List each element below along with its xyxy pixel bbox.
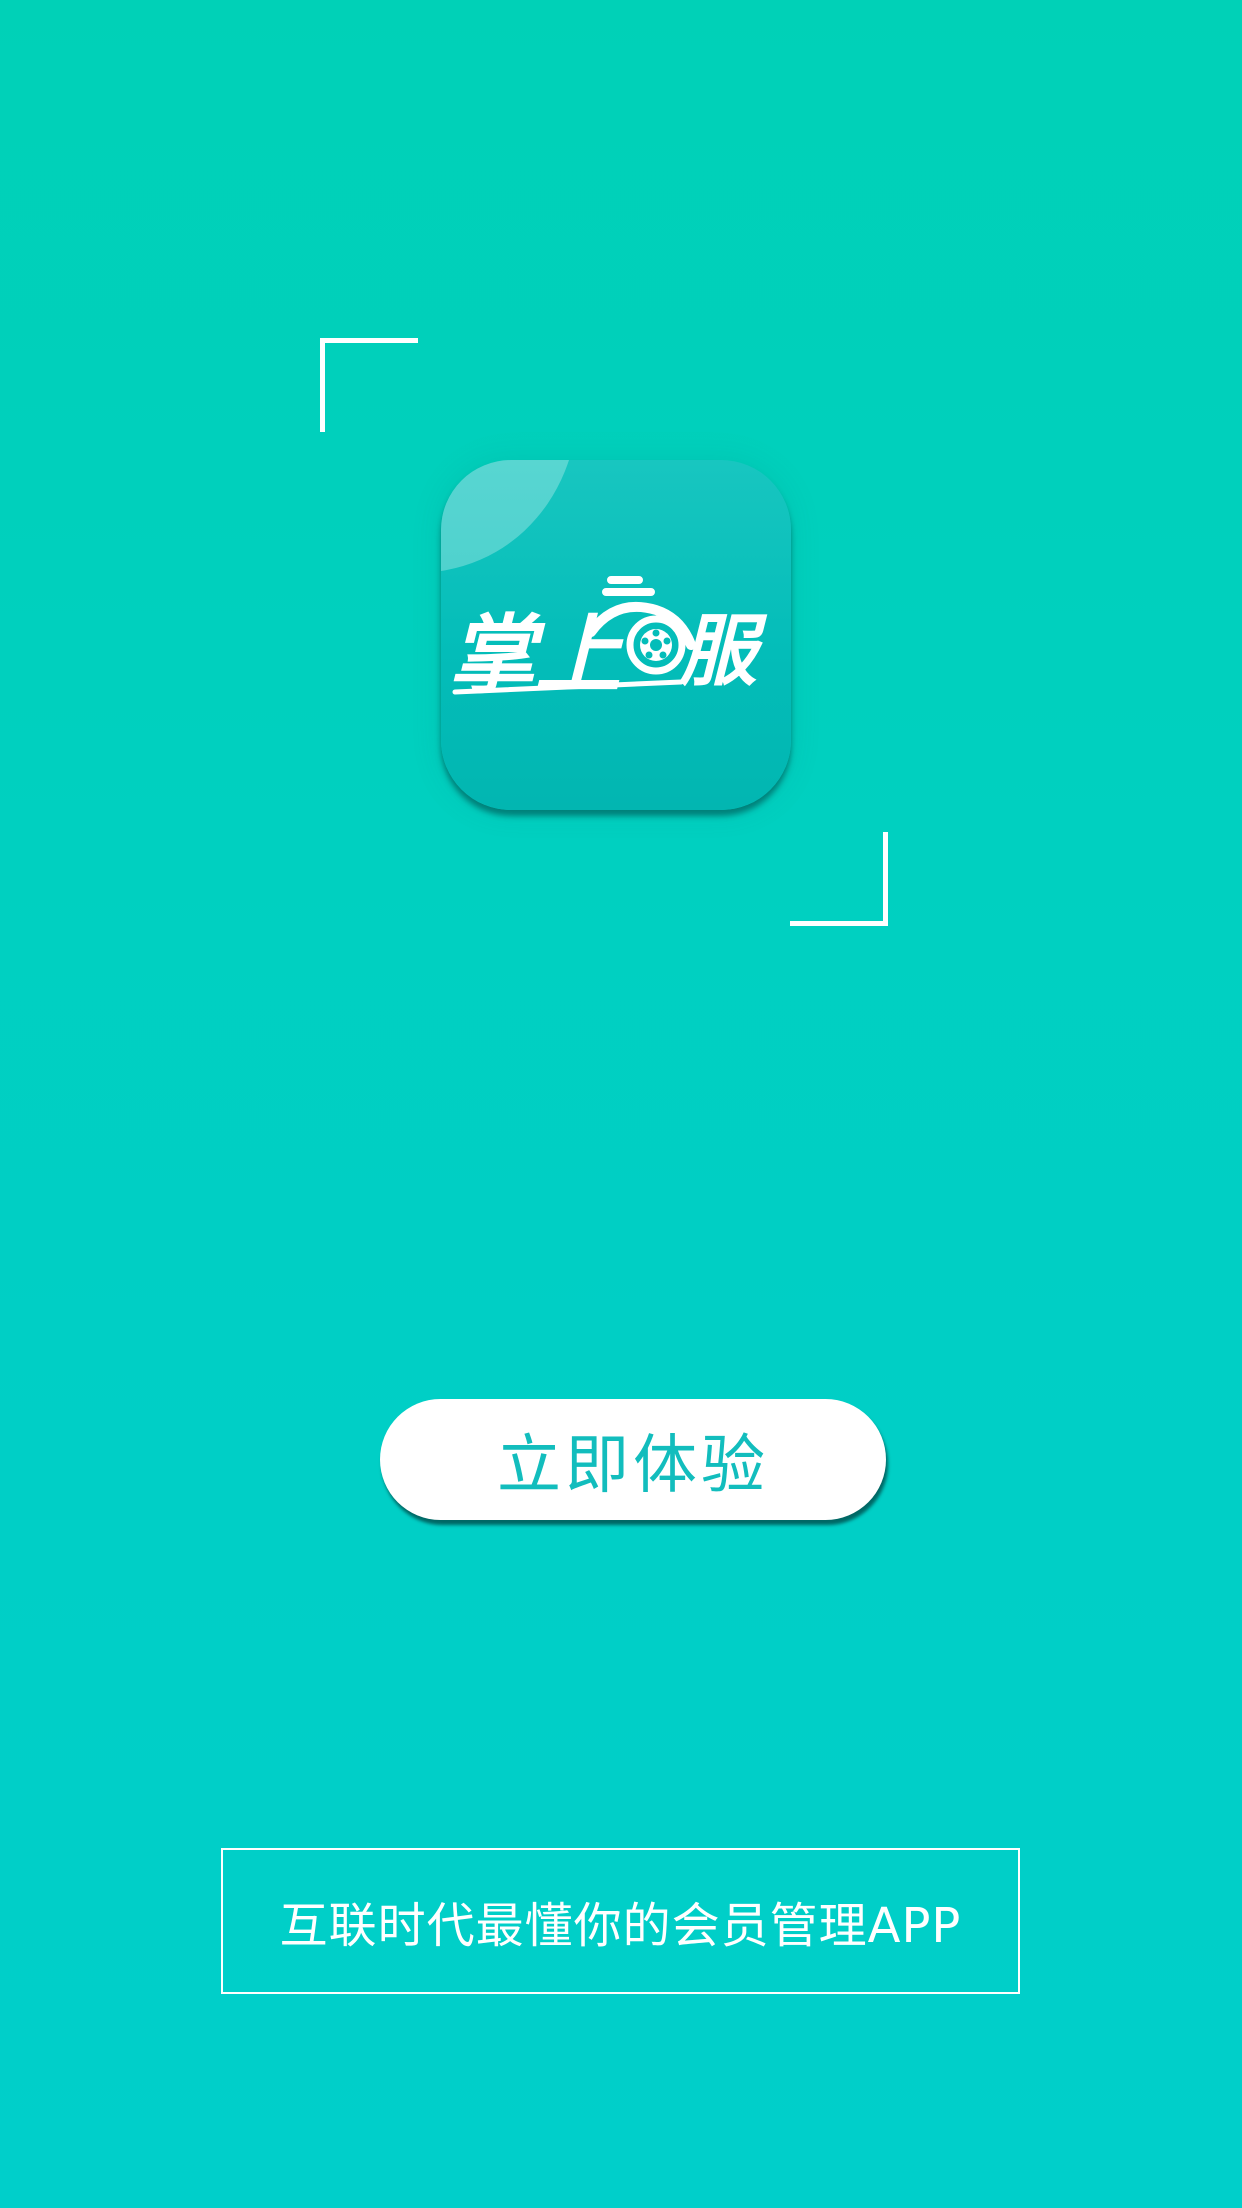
slogan-box: 互联时代最懂你的会员管理APP <box>221 1848 1020 1994</box>
frame-corner-bottom-right <box>790 832 888 926</box>
logo-text-right: 服 <box>678 607 768 697</box>
frame-corner-top-left <box>320 338 418 432</box>
car-glyph-strokes <box>602 576 655 596</box>
try-now-button[interactable]: 立即体验 <box>380 1399 886 1520</box>
wheel-icon <box>626 615 686 675</box>
slogan-text: 互联时代最懂你的会员管理APP <box>279 1898 962 1954</box>
app-logo-graphic: 掌上 服 <box>449 576 768 706</box>
app-logo-icon: 掌上 服 <box>441 460 791 810</box>
try-now-label: 立即体验 <box>497 1428 769 1503</box>
